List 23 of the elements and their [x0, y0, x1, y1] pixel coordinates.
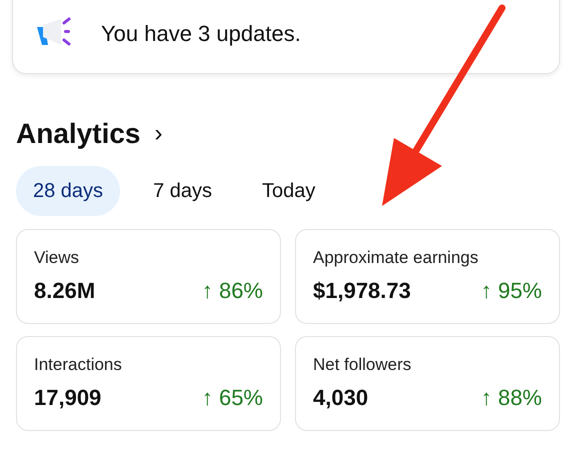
- metric-card[interactable]: Interactions 17,909 ↑ 65%: [16, 336, 281, 431]
- change-percent: ↑ 65%: [202, 385, 263, 411]
- change-percent: ↑ 88%: [480, 385, 542, 411]
- metric-card[interactable]: Views 8.26M ↑ 86%: [16, 229, 281, 324]
- tab[interactable]: Today: [245, 166, 332, 216]
- metric-card[interactable]: Net followers 4,030 ↑ 88%: [295, 336, 560, 431]
- chevron-icon[interactable]: ›: [154, 122, 162, 146]
- metric-label: Views: [34, 248, 80, 268]
- section-title[interactable]: Analytics: [16, 118, 140, 150]
- update-text: You have 3 updates.: [101, 21, 301, 48]
- metric-value: $1,978.73: [313, 278, 411, 304]
- metric-card[interactable]: Approximate earnings $1,978.73 ↑ 95%: [295, 229, 560, 324]
- metric-label: Net followers: [313, 355, 412, 375]
- metric-value: 8.26M: [34, 278, 96, 304]
- metric-label: Approximate earnings: [313, 248, 480, 268]
- change-percent: ↑ 86%: [202, 278, 263, 304]
- metric-value: 4,030: [313, 385, 368, 411]
- tab[interactable]: 7 days: [136, 166, 229, 216]
- tab[interactable]: 28 days: [16, 166, 120, 216]
- change-percent: ↑ 95%: [480, 278, 542, 304]
- metric-label: Interactions: [34, 355, 123, 375]
- metric-value: 17,909: [34, 385, 102, 411]
- update-card[interactable]: You have 3 updates.: [12, 0, 560, 74]
